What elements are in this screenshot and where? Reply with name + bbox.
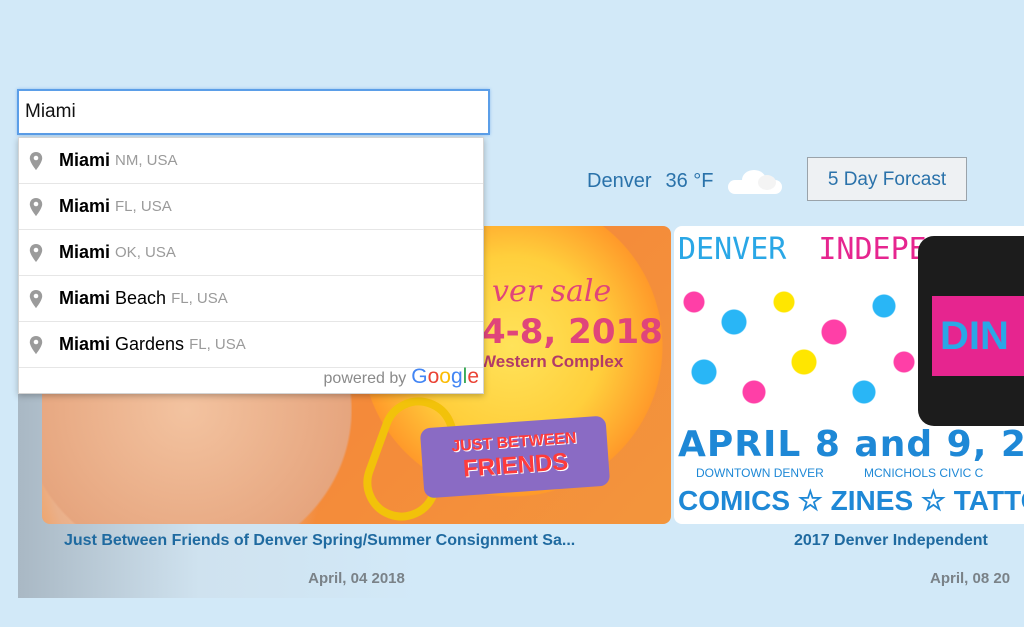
suggestion-main: Miami — [59, 196, 110, 217]
poster-location-1: DOWNTOWN DENVER — [696, 466, 824, 480]
suggestion-secondary: FL, USA — [115, 198, 172, 215]
suggestion-main: Miami Gardens — [59, 334, 184, 355]
poster-tag-line2: FRIENDS — [462, 448, 570, 483]
poster-heading-a: DENVER — [678, 232, 787, 267]
suggestion-secondary: FL, USA — [189, 336, 246, 353]
five-day-forecast-button[interactable]: 5 Day Forcast — [807, 157, 967, 201]
autocomplete-suggestion[interactable]: Miami Beach FL, USA — [19, 276, 483, 322]
autocomplete-suggestion[interactable]: Miami FL, USA — [19, 184, 483, 230]
poster-bottle-label: DIN — [932, 296, 1024, 376]
suggestion-match: Miami — [59, 150, 111, 170]
poster-ink-bottle-graphic: DIN — [918, 236, 1024, 426]
weather-city: Denver — [587, 169, 652, 192]
suggestion-match: Miami — [59, 196, 111, 216]
suggestion-match: Miami — [59, 334, 111, 354]
suggestion-main: Miami Beach — [59, 288, 166, 309]
event-title-link[interactable]: Just Between Friends of Denver Spring/Su… — [42, 532, 671, 550]
map-pin-icon — [29, 336, 43, 354]
suggestion-rest: Gardens — [110, 334, 185, 354]
autocomplete-suggestion[interactable]: Miami OK, USA — [19, 230, 483, 276]
event-title-link[interactable]: 2017 Denver Independent — [674, 532, 1024, 550]
poster-tag: JUST BETWEEN FRIENDS — [419, 415, 611, 499]
event-poster-image[interactable]: DENVERINDEPENDENT DIN APRIL 8 and 9, 201… — [674, 226, 1024, 524]
autocomplete-dropdown: Miami NM, USA Miami FL, USA Miami OK, US… — [18, 137, 484, 394]
poster-doodles-graphic — [674, 282, 922, 422]
poster-location-2: MCNICHOLS CIVIC C — [864, 466, 984, 480]
map-pin-icon — [29, 290, 43, 308]
autocomplete-suggestion[interactable]: Miami NM, USA — [19, 138, 483, 184]
poster-venue-text: Western Complex — [480, 352, 624, 371]
event-card[interactable]: DENVERINDEPENDENT DIN APRIL 8 and 9, 201… — [674, 226, 1024, 587]
weather-widget: Denver 36 °F — [587, 168, 782, 194]
poster-dates-text: APRIL 8 and 9, 2017 ☆ 3 — [678, 424, 1024, 465]
map-pin-icon — [29, 244, 43, 262]
poster-sale-text: ver sale — [492, 274, 612, 309]
suggestion-match: Miami — [59, 288, 111, 308]
suggestion-main: Miami — [59, 242, 110, 263]
map-pin-icon — [29, 152, 43, 170]
powered-by-label: powered by — [323, 370, 407, 387]
suggestion-rest: Beach — [110, 288, 167, 308]
google-logo: Google — [411, 365, 479, 388]
weather-temperature: 36 °F — [665, 169, 714, 192]
event-date: April, 08 20 — [930, 570, 1011, 587]
autocomplete-suggestion[interactable]: Miami Gardens FL, USA — [19, 322, 483, 368]
map-pin-icon — [29, 198, 43, 216]
suggestion-secondary: FL, USA — [171, 290, 228, 307]
suggestion-match: Miami — [59, 242, 111, 262]
location-search-input[interactable] — [17, 89, 490, 135]
poster-categories-text: COMICS ☆ ZINES ☆ TATTOO ART ☆ G — [678, 485, 1024, 516]
page-root: ver sale 4-8, 2018 Western Complex JUST … — [0, 0, 1024, 627]
suggestion-secondary: OK, USA — [115, 244, 176, 261]
suggestion-main: Miami — [59, 150, 110, 171]
cloud-icon — [727, 168, 782, 194]
poster-dates-text: 4-8, 2018 — [482, 312, 663, 352]
powered-by-google: powered by Google — [324, 365, 479, 389]
event-date: April, 04 2018 — [308, 570, 405, 587]
suggestion-secondary: NM, USA — [115, 152, 178, 169]
